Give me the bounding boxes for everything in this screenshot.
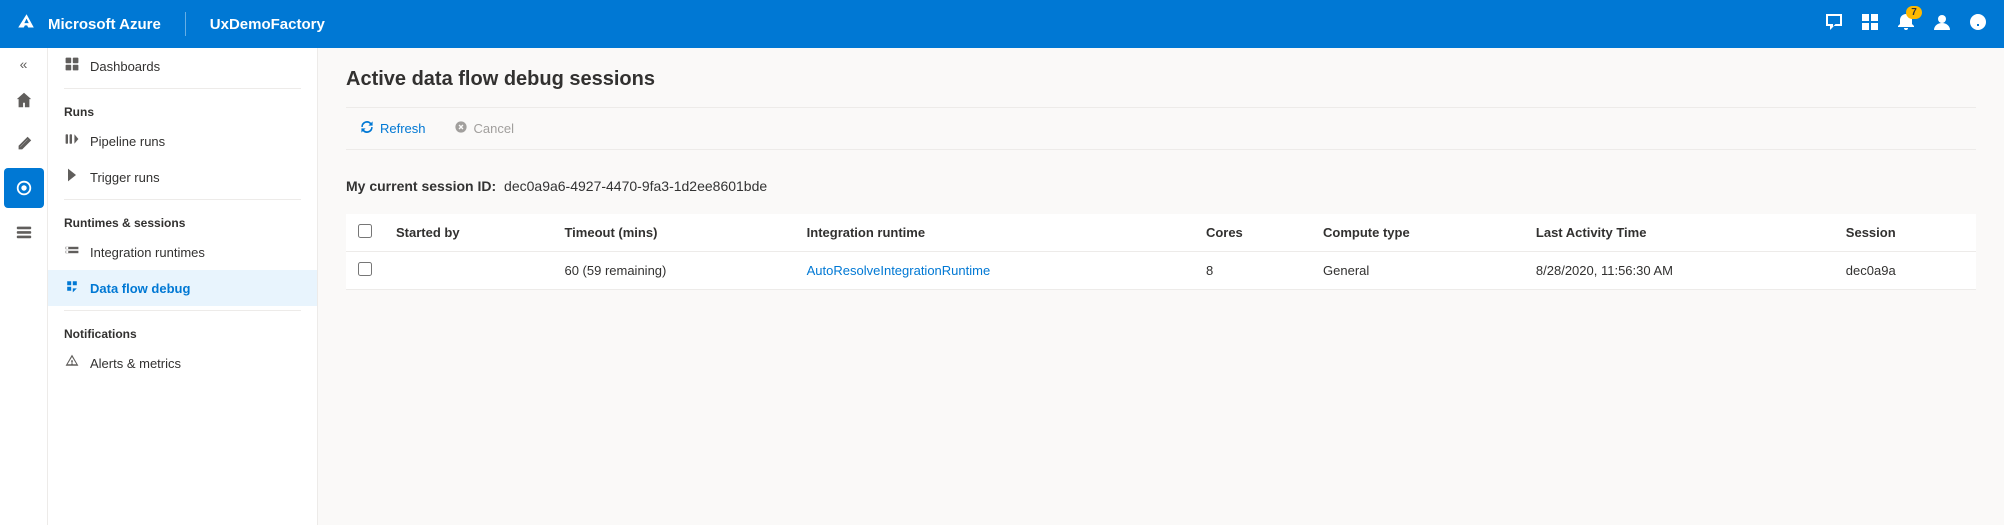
- row-cores: 8: [1194, 252, 1311, 290]
- dashboards-icon: [64, 56, 80, 76]
- session-id-row: My current session ID: dec0a9a6-4927-447…: [346, 166, 1976, 206]
- th-timeout: Timeout (mins): [552, 214, 794, 252]
- sidebar-collapse-icon[interactable]: «: [20, 56, 28, 72]
- help-icon[interactable]: [1968, 12, 1988, 37]
- nav-divider-3: [64, 310, 301, 311]
- pipeline-runs-icon: [64, 131, 80, 151]
- topbar-icons: 7: [1824, 12, 1988, 37]
- page-title: Active data flow debug sessions: [346, 68, 1976, 91]
- nav-alerts-metrics-label: Alerts & metrics: [90, 356, 181, 371]
- select-all-checkbox[interactable]: [358, 224, 372, 238]
- refresh-button[interactable]: Refresh: [346, 114, 440, 143]
- cancel-icon: [454, 120, 468, 137]
- nav-alerts-metrics[interactable]: Alerts & metrics: [48, 345, 317, 381]
- session-id-label: My current session ID:: [346, 178, 496, 194]
- sidebar-icon-monitor[interactable]: [4, 168, 44, 208]
- nav-runtimes-header: Runtimes & sessions: [48, 204, 317, 234]
- notification-badge: 7: [1906, 6, 1922, 19]
- cancel-label: Cancel: [474, 121, 514, 136]
- refresh-label: Refresh: [380, 121, 426, 136]
- nav-divider-2: [64, 199, 301, 200]
- factory-name: UxDemoFactory: [210, 16, 325, 33]
- brand-name: Microsoft Azure: [48, 16, 161, 33]
- brand: Microsoft Azure UxDemoFactory: [16, 12, 325, 36]
- nav-dashboards-label: Dashboards: [90, 59, 160, 74]
- nav-runs-header: Runs: [48, 93, 317, 123]
- nav-integration-runtimes-label: Integration runtimes: [90, 245, 205, 260]
- row-checkbox-cell: [346, 252, 384, 290]
- azure-logo-icon: [16, 12, 36, 36]
- nav-divider-1: [64, 88, 301, 89]
- session-id-value: dec0a9a6-4927-4470-9fa3-1d2ee8601bde: [504, 178, 767, 194]
- row-compute-type: General: [1311, 252, 1524, 290]
- notifications-icon[interactable]: 7: [1896, 12, 1916, 37]
- th-last-activity: Last Activity Time: [1524, 214, 1834, 252]
- integration-runtime-link[interactable]: AutoResolveIntegrationRuntime: [807, 263, 991, 278]
- th-checkbox: [346, 214, 384, 252]
- nav-trigger-runs-label: Trigger runs: [90, 170, 160, 185]
- cancel-button[interactable]: Cancel: [440, 114, 528, 143]
- icon-sidebar: «: [0, 48, 48, 525]
- nav-notifications-header: Notifications: [48, 315, 317, 345]
- left-nav: Dashboards Runs Pipeline runs Trigger ru…: [48, 48, 318, 525]
- th-compute-type: Compute type: [1311, 214, 1524, 252]
- nav-data-flow-debug-label: Data flow debug: [90, 281, 190, 296]
- row-session: dec0a9a: [1834, 252, 1976, 290]
- th-started-by: Started by: [384, 214, 552, 252]
- th-cores: Cores: [1194, 214, 1311, 252]
- content-area: Active data flow debug sessions Refresh …: [318, 48, 2004, 525]
- integration-runtimes-icon: [64, 242, 80, 262]
- trigger-runs-icon: [64, 167, 80, 187]
- row-timeout: 60 (59 remaining): [552, 252, 794, 290]
- nav-trigger-runs[interactable]: Trigger runs: [48, 159, 317, 195]
- topbar: Microsoft Azure UxDemoFactory 7: [0, 0, 2004, 48]
- nav-dashboards[interactable]: Dashboards: [48, 48, 317, 84]
- nav-data-flow-debug[interactable]: Data flow debug: [48, 270, 317, 306]
- th-integration-runtime: Integration runtime: [795, 214, 1194, 252]
- sidebar-icon-home[interactable]: [4, 80, 44, 120]
- sidebar-icon-author[interactable]: [4, 124, 44, 164]
- alerts-metrics-icon: [64, 353, 80, 373]
- topbar-divider: [185, 12, 186, 36]
- sidebar-icon-manage[interactable]: [4, 212, 44, 252]
- layout-icon[interactable]: [1860, 12, 1880, 37]
- nav-pipeline-runs-label: Pipeline runs: [90, 134, 165, 149]
- nav-pipeline-runs[interactable]: Pipeline runs: [48, 123, 317, 159]
- row-checkbox[interactable]: [358, 262, 372, 276]
- data-flow-debug-icon: [64, 278, 80, 298]
- nav-integration-runtimes[interactable]: Integration runtimes: [48, 234, 317, 270]
- profile-icon[interactable]: [1932, 12, 1952, 37]
- feedback-icon[interactable]: [1824, 12, 1844, 37]
- th-session: Session: [1834, 214, 1976, 252]
- row-integration-runtime: AutoResolveIntegrationRuntime: [795, 252, 1194, 290]
- main-layout: « Dashboards Runs Pipeline runs: [0, 48, 2004, 525]
- refresh-icon: [360, 120, 374, 137]
- sessions-table: Started by Timeout (mins) Integration ru…: [346, 214, 1976, 290]
- row-started-by: [384, 252, 552, 290]
- table-row: 60 (59 remaining) AutoResolveIntegration…: [346, 252, 1976, 290]
- toolbar: Refresh Cancel: [346, 107, 1976, 150]
- row-last-activity: 8/28/2020, 11:56:30 AM: [1524, 252, 1834, 290]
- table-header-row: Started by Timeout (mins) Integration ru…: [346, 214, 1976, 252]
